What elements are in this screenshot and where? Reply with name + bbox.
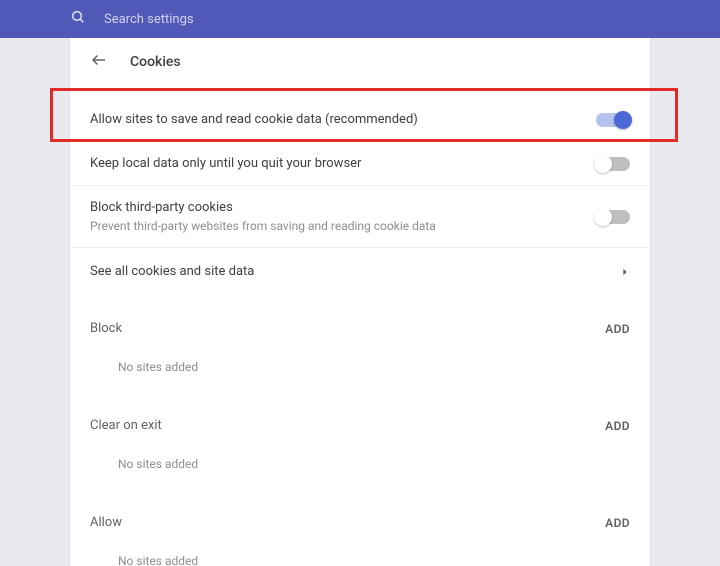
- toggle-block-third-party[interactable]: [596, 210, 630, 224]
- setting-sublabel: Prevent third-party websites from saving…: [90, 219, 436, 233]
- setting-block-third-party[interactable]: Block third-party cookies Prevent third-…: [70, 185, 650, 247]
- setting-texts: Block third-party cookies Prevent third-…: [90, 200, 436, 233]
- search-icon: [70, 9, 86, 29]
- add-clear-button[interactable]: ADD: [605, 419, 630, 433]
- setting-label: Allow sites to save and read cookie data…: [90, 112, 418, 127]
- toggle-knob: [594, 155, 612, 173]
- clear-empty-msg: No sites added: [70, 441, 650, 489]
- setting-label: Keep local data only until you quit your…: [90, 156, 361, 171]
- setting-texts: Allow sites to save and read cookie data…: [90, 112, 418, 127]
- page-body: Cookies Allow sites to save and read coo…: [0, 38, 720, 566]
- setting-allow-cookies[interactable]: Allow sites to save and read cookie data…: [70, 98, 650, 141]
- section-allow: Allow ADD: [70, 489, 650, 538]
- block-empty-msg: No sites added: [70, 344, 650, 392]
- setting-texts: Keep local data only until you quit your…: [90, 156, 361, 171]
- section-title: Allow: [90, 515, 122, 530]
- page-title: Cookies: [130, 54, 181, 70]
- section-title: Block: [90, 321, 122, 336]
- section-title: Clear on exit: [90, 418, 162, 433]
- see-all-cookies[interactable]: See all cookies and site data: [70, 247, 650, 295]
- link-label: See all cookies and site data: [90, 264, 254, 279]
- setting-label: Block third-party cookies: [90, 200, 436, 215]
- chevron-right-icon: [620, 262, 630, 281]
- settings-card: Cookies Allow sites to save and read coo…: [70, 38, 650, 566]
- allow-empty-msg: No sites added: [70, 538, 650, 566]
- search-placeholder: Search settings: [104, 12, 194, 27]
- section-block: Block ADD: [70, 295, 650, 344]
- toggle-knob: [594, 208, 612, 226]
- top-search-bar[interactable]: Search settings: [0, 0, 720, 38]
- toggle-knob: [614, 111, 632, 129]
- back-arrow-icon[interactable]: [90, 51, 108, 73]
- page-header: Cookies: [70, 38, 650, 86]
- setting-keep-local[interactable]: Keep local data only until you quit your…: [70, 141, 650, 185]
- toggle-keep-local[interactable]: [596, 157, 630, 171]
- toggle-allow-cookies[interactable]: [596, 113, 630, 127]
- section-clear-on-exit: Clear on exit ADD: [70, 392, 650, 441]
- add-block-button[interactable]: ADD: [605, 322, 630, 336]
- add-allow-button[interactable]: ADD: [605, 516, 630, 530]
- spacer: [70, 86, 650, 98]
